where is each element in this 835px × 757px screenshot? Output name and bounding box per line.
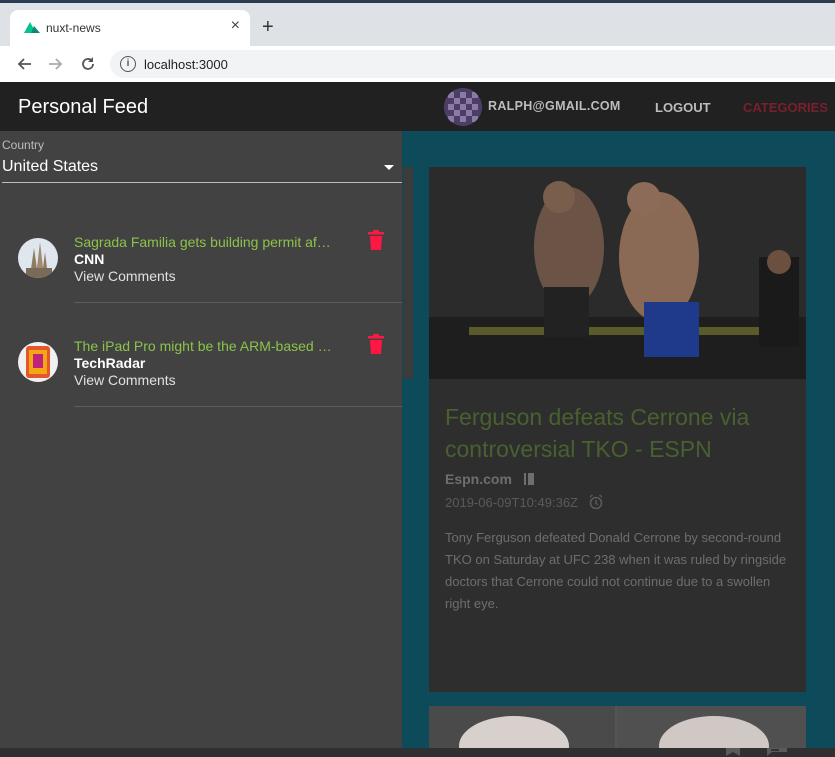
next-article-image[interactable] <box>429 706 806 748</box>
tab-strip: nuxt-news × + <box>0 0 835 46</box>
feed-item[interactable]: Sagrada Familia gets building permit af…… <box>0 198 402 303</box>
article-date: 2019-06-09T10:49:36Z <box>445 494 604 510</box>
address-bar[interactable]: i localhost:3000 <box>110 50 835 78</box>
forward-icon[interactable] <box>44 52 68 76</box>
country-select[interactable]: United States <box>2 158 98 176</box>
feed-item[interactable]: The iPad Pro might be the ARM-based … Te… <box>0 302 402 407</box>
browser-chrome: nuxt-news × + i localhost:3000 <box>0 0 835 82</box>
feed-item-avatar <box>18 342 58 382</box>
site-info-icon[interactable]: i <box>120 56 136 72</box>
new-tab-button[interactable]: + <box>262 17 274 37</box>
tab-title: nuxt-news <box>46 21 101 35</box>
delete-icon[interactable] <box>368 230 384 250</box>
article-image[interactable] <box>429 167 806 379</box>
alarm-icon <box>589 494 603 510</box>
browser-toolbar: i localhost:3000 <box>0 46 835 82</box>
drawer-title: Personal Feed <box>18 96 149 118</box>
book-icon <box>523 473 534 485</box>
feed-item-source: TechRadar <box>74 355 146 371</box>
article-title[interactable]: Ferguson defeats Cerrone via controversi… <box>445 401 795 465</box>
personal-feed-drawer: Personal Feed Country United States Sagr… <box>0 82 402 748</box>
view-comments-link[interactable]: View Comments <box>74 372 176 388</box>
feed-item-title[interactable]: The iPad Pro might be the ARM-based … <box>74 338 342 354</box>
feed-item-avatar <box>18 238 58 278</box>
article-source: Espn.com <box>445 471 536 487</box>
close-tab-icon[interactable]: × <box>231 18 240 34</box>
browser-tab[interactable]: nuxt-news × <box>10 10 250 46</box>
nuxt-logo-icon <box>24 22 40 33</box>
reload-icon[interactable] <box>76 52 100 76</box>
feed-item-title[interactable]: Sagrada Familia gets building permit af… <box>74 234 342 250</box>
article-date-label: 2019-06-09T10:49:36Z <box>445 495 578 510</box>
user-avatar[interactable] <box>444 88 482 126</box>
url-text[interactable]: localhost:3000 <box>144 57 228 72</box>
feed-item-source: CNN <box>74 251 105 267</box>
article-card: Ferguson defeats Cerrone via controversi… <box>429 167 806 756</box>
back-icon[interactable] <box>12 52 36 76</box>
country-select-underline <box>2 182 402 183</box>
categories-button[interactable]: CATEGORIES <box>743 100 828 115</box>
drawer-header: Personal Feed <box>0 82 402 131</box>
view-comments-link[interactable]: View Comments <box>74 268 176 284</box>
user-email: RALPH@GMAIL.COM <box>488 99 621 113</box>
country-label: Country <box>2 138 45 152</box>
delete-icon[interactable] <box>368 334 384 354</box>
background-card-edge <box>403 167 413 379</box>
logout-button[interactable]: LOGOUT <box>655 100 711 115</box>
article-description: Tony Ferguson defeated Donald Cerrone by… <box>445 530 787 611</box>
article-source-label: Espn.com <box>445 471 512 487</box>
feed-divider <box>74 406 402 407</box>
window-top-edge <box>0 0 835 3</box>
dropdown-arrow-icon[interactable] <box>384 165 394 170</box>
